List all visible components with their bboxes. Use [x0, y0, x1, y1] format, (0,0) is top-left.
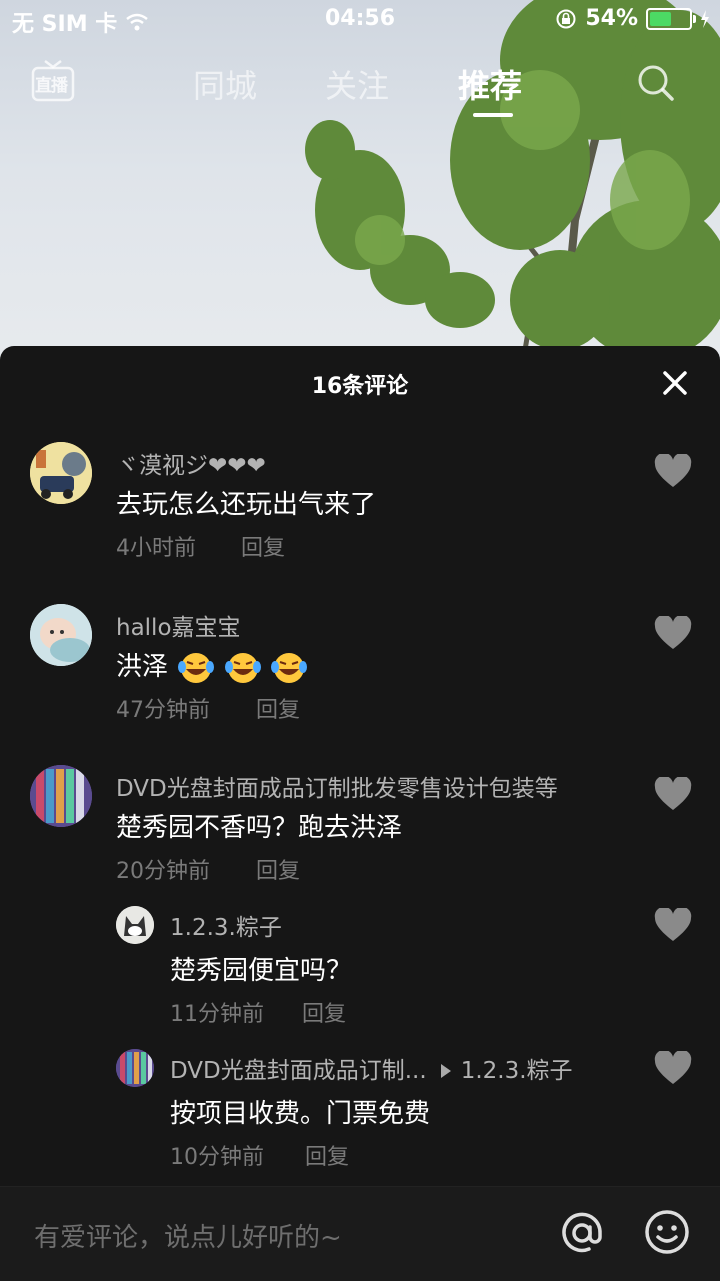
reply-username[interactable]: DVD光盘封面成品订制...	[170, 1058, 427, 1084]
comment-time: 20分钟前	[116, 859, 210, 884]
comment-input-bar: 有爱评论，说点儿好听的~	[0, 1186, 720, 1281]
avatar[interactable]	[116, 906, 154, 944]
reply-username[interactable]: 1.2.3.粽子	[170, 908, 282, 942]
comment-item[interactable]: DVD光盘封面成品订制批发零售设计包装等 楚秀园不香吗？跑去洪泽 20分钟前 回…	[0, 765, 720, 895]
comment-text: 楚秀园不香吗？跑去洪泽	[116, 813, 403, 843]
avatar[interactable]	[116, 1049, 154, 1087]
charging-icon	[701, 9, 709, 28]
rotation-lock-icon	[556, 9, 576, 28]
reply-button[interactable]: 回复	[305, 1139, 349, 1171]
comment-username[interactable]: DVD光盘封面成品订制批发零售设计包装等	[116, 769, 558, 803]
reply-time: 10分钟前	[170, 1145, 264, 1170]
comment-item[interactable]: hallo嘉宝宝 洪泽 47分钟前 回复	[0, 604, 720, 734]
reply-button[interactable]: 回复	[256, 692, 300, 724]
reply-text: 按项目收费。门票免费	[170, 1099, 431, 1129]
battery-percent: 54%	[585, 6, 638, 31]
reply-button[interactable]: 回复	[256, 853, 300, 885]
avatar[interactable]	[30, 604, 92, 666]
heart-icon[interactable]	[654, 454, 692, 488]
avatar-image	[30, 442, 92, 504]
reply-item[interactable]: DVD光盘封面成品订制... 1.2.3.粽子 按项目收费。门票免费 10分钟前 …	[0, 1049, 720, 1171]
comment-text-row: 洪泽	[116, 646, 307, 685]
status-bar: 无 SIM 卡 04:56 54%	[0, 0, 720, 40]
heart-icon[interactable]	[654, 1051, 692, 1085]
comment-time: 47分钟前	[116, 698, 210, 723]
comment-text: 洪泽	[116, 652, 169, 682]
mention-at-icon[interactable]	[558, 1209, 606, 1257]
avatar-image	[30, 604, 92, 666]
active-tab-indicator	[473, 113, 513, 117]
reply-text: 楚秀园便宜吗？	[170, 956, 353, 986]
avatar-image	[116, 906, 154, 944]
search-icon[interactable]	[636, 63, 676, 103]
battery-fill	[650, 11, 671, 26]
heart-icon[interactable]	[654, 908, 692, 942]
emoji-smile-icon[interactable]	[644, 1209, 690, 1255]
status-right: 54%	[555, 6, 710, 31]
comment-text: 去玩怎么还玩出气来了	[116, 490, 377, 520]
comment-time: 4小时前	[116, 536, 196, 561]
comments-sheet: 16条评论 ヾ漠视ジ❤❤❤ 去玩怎么还玩出气来了 4小时前 回复 hallo嘉宝…	[0, 346, 720, 1186]
reply-to-username[interactable]: 1.2.3.粽子	[461, 1058, 573, 1084]
laugh-cry-emoji-icon	[270, 652, 307, 683]
tab-recommended[interactable]: 推荐	[458, 61, 522, 107]
top-navigation: 直播 同城 关注 推荐	[0, 55, 720, 117]
comment-username[interactable]: ヾ漠视ジ❤❤❤	[116, 446, 266, 480]
comment-username[interactable]: hallo嘉宝宝	[116, 608, 241, 642]
comments-title: 16条评论	[311, 374, 409, 399]
live-label: 直播	[35, 76, 68, 96]
avatar[interactable]	[30, 765, 92, 827]
close-icon[interactable]	[662, 370, 688, 396]
laugh-cry-emoji-icon	[224, 652, 261, 683]
tab-following[interactable]: 关注	[325, 61, 389, 107]
live-button[interactable]: 直播	[30, 59, 76, 103]
comment-item[interactable]: ヾ漠视ジ❤❤❤ 去玩怎么还玩出气来了 4小时前 回复	[0, 442, 720, 572]
laugh-cry-emoji-icon	[178, 652, 215, 683]
battery-icon	[646, 7, 696, 30]
heart-icon[interactable]	[654, 616, 692, 650]
avatar-image	[116, 1049, 154, 1087]
heart-icon[interactable]	[654, 777, 692, 811]
reply-header: DVD光盘封面成品订制... 1.2.3.粽子	[170, 1051, 573, 1085]
reply-button[interactable]: 回复	[241, 530, 285, 562]
tab-nearby[interactable]: 同城	[193, 61, 257, 107]
reply-button[interactable]: 回复	[302, 996, 346, 1028]
comment-input[interactable]: 有爱评论，说点儿好听的~	[34, 1217, 342, 1254]
reply-item[interactable]: 1.2.3.粽子 楚秀园便宜吗？ 11分钟前 回复	[0, 906, 720, 1028]
reply-time: 11分钟前	[170, 1002, 264, 1027]
avatar-image	[30, 765, 92, 827]
reply-to-arrow-icon	[440, 1063, 451, 1078]
avatar[interactable]	[30, 442, 92, 504]
